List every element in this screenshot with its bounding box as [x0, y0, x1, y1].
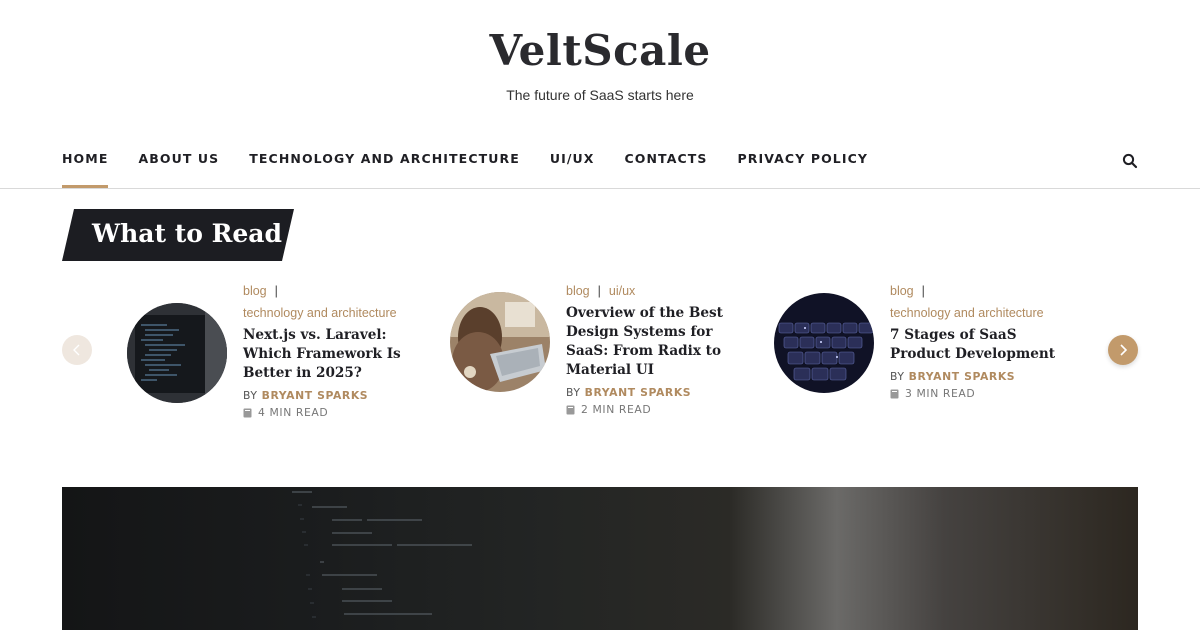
- nav-item-technology-and-architecture[interactable]: TECHNOLOGY AND ARCHITECTURE: [249, 140, 520, 188]
- chevron-left-icon: [73, 344, 80, 356]
- post-categories: blog | ui/ux: [566, 280, 756, 302]
- post-title[interactable]: Next.js vs. Laravel: Which Framework Is …: [243, 326, 433, 383]
- book-icon: [566, 405, 575, 414]
- post-meta: blog | technology and architecture 7 Stag…: [890, 280, 1080, 400]
- post-author[interactable]: BRYANT SPARKS: [585, 386, 692, 399]
- hero-image[interactable]: [62, 487, 1138, 630]
- category-link[interactable]: ui/ux: [609, 284, 635, 298]
- post-thumbnail[interactable]: [127, 303, 227, 403]
- post-read-time: 3 MIN READ: [890, 387, 1080, 400]
- post-thumbnail[interactable]: [774, 293, 874, 393]
- post-read-time: 2 MIN READ: [566, 403, 756, 416]
- book-icon: [890, 389, 899, 398]
- post-author[interactable]: BRYANT SPARKS: [909, 370, 1016, 383]
- read-time-label: 3 MIN READ: [905, 387, 976, 400]
- post-categories: blog | technology and architecture: [243, 280, 433, 324]
- read-time-label: 4 MIN READ: [258, 406, 329, 419]
- post-title[interactable]: Overview of the Best Design Systems for …: [566, 304, 756, 380]
- post-read-time: 4 MIN READ: [243, 406, 433, 419]
- category-separator: |: [921, 284, 925, 298]
- post-author[interactable]: BRYANT SPARKS: [262, 389, 369, 402]
- post-byline: BY BRYANT SPARKS: [890, 370, 1080, 383]
- byline-prefix: BY: [890, 370, 905, 383]
- site-header: VeltScale The future of SaaS starts here: [0, 0, 1200, 130]
- post-meta: blog | ui/ux Overview of the Best Design S…: [566, 280, 756, 416]
- site-title[interactable]: VeltScale: [0, 26, 1200, 75]
- carousel-prev-button[interactable]: [62, 335, 92, 365]
- byline-prefix: BY: [243, 389, 258, 402]
- nav-item-privacy-policy[interactable]: PRIVACY POLICY: [738, 140, 869, 188]
- carousel-next-button[interactable]: [1108, 335, 1138, 365]
- nav-item-home[interactable]: HOME: [62, 140, 109, 188]
- book-icon: [243, 408, 252, 417]
- post-card[interactable]: blog | technology and architecture Next.j…: [127, 280, 437, 430]
- category-link[interactable]: blog: [566, 284, 590, 298]
- post-card[interactable]: blog | technology and architecture 7 Stag…: [774, 280, 1084, 430]
- chevron-right-icon: [1120, 344, 1128, 356]
- nav-item-ui-ux[interactable]: UI/UX: [550, 140, 595, 188]
- post-thumbnail[interactable]: [450, 292, 550, 392]
- category-link[interactable]: blog: [243, 284, 267, 298]
- section-banner: What to Read: [62, 209, 294, 261]
- nav-item-contacts[interactable]: CONTACTS: [625, 140, 708, 188]
- post-categories: blog | technology and architecture: [890, 280, 1080, 324]
- search-icon[interactable]: [1122, 153, 1138, 169]
- post-byline: BY BRYANT SPARKS: [243, 389, 433, 402]
- post-byline: BY BRYANT SPARKS: [566, 386, 756, 399]
- category-link[interactable]: technology and architecture: [243, 306, 397, 320]
- post-title[interactable]: 7 Stages of SaaS Product Development: [890, 326, 1080, 364]
- post-meta: blog | technology and architecture Next.j…: [243, 280, 433, 419]
- category-link[interactable]: technology and architecture: [890, 306, 1044, 320]
- post-card[interactable]: blog | ui/ux Overview of the Best Design S…: [450, 280, 760, 430]
- nav-list: HOME ABOUT US TECHNOLOGY AND ARCHITECTUR…: [62, 140, 898, 188]
- category-link[interactable]: blog: [890, 284, 914, 298]
- nav-item-about-us[interactable]: ABOUT US: [138, 140, 219, 188]
- main-nav: HOME ABOUT US TECHNOLOGY AND ARCHITECTUR…: [0, 140, 1200, 189]
- section-title: What to Read: [92, 219, 282, 248]
- read-time-label: 2 MIN READ: [581, 403, 652, 416]
- byline-prefix: BY: [566, 386, 581, 399]
- site-tagline: The future of SaaS starts here: [506, 87, 694, 103]
- category-separator: |: [597, 284, 601, 298]
- category-separator: |: [274, 284, 278, 298]
